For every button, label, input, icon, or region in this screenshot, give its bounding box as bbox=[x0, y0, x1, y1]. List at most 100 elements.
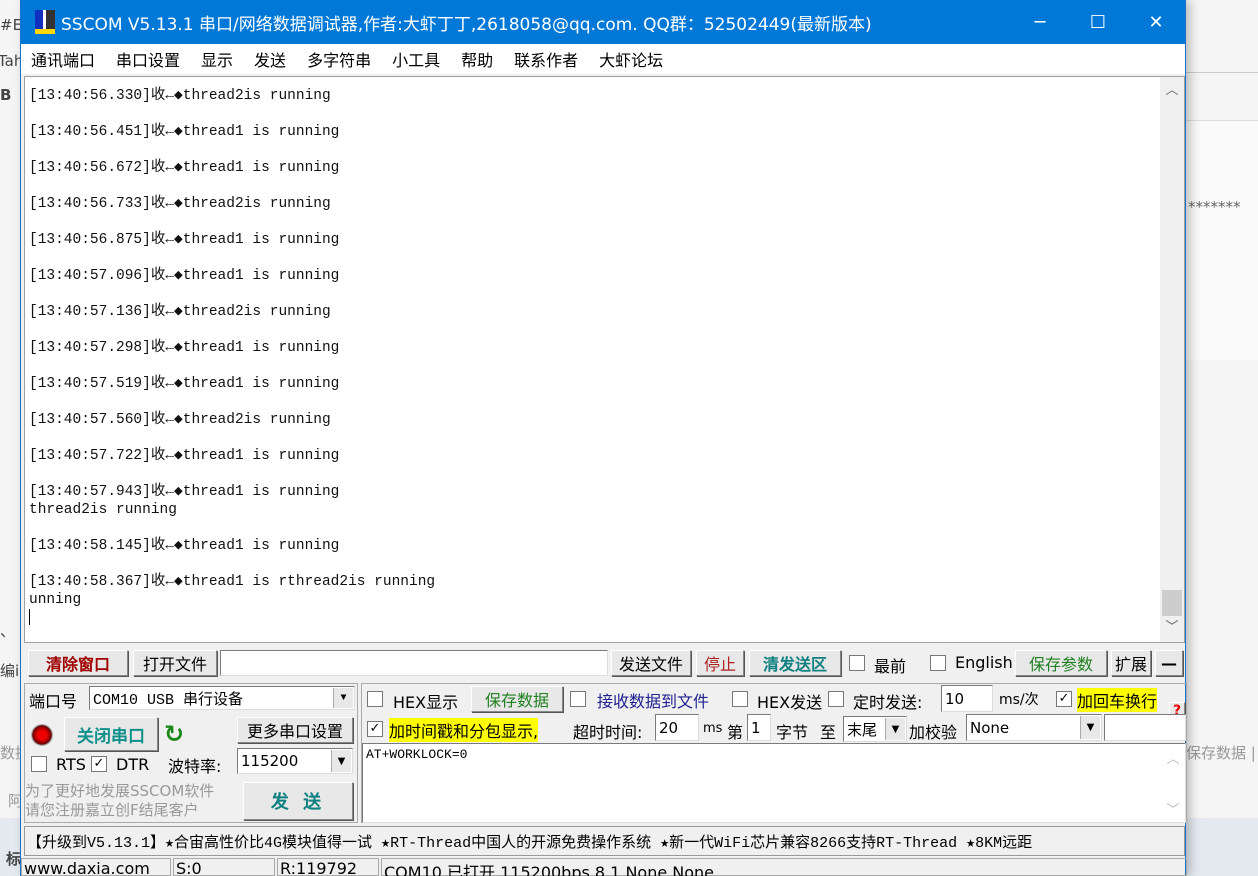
add-crlf-checkbox[interactable]: ✓ bbox=[1056, 691, 1072, 707]
receive-area[interactable]: [13:40:56.330]收←◆thread2is running [13:40… bbox=[24, 76, 1185, 643]
refresh-icon[interactable]: ↻ bbox=[164, 720, 184, 748]
marquee-bar[interactable]: 【升级到V5.13.1】★合宙高性价比4G模块值得一试 ★RT-Thread中国… bbox=[24, 826, 1185, 856]
to-value: 末尾 bbox=[847, 720, 878, 739]
menu-multi-string[interactable]: 多字符串 bbox=[307, 47, 371, 71]
topmost-checkbox[interactable] bbox=[849, 655, 865, 671]
send-button[interactable]: 发 送 bbox=[243, 782, 353, 820]
interval-unit: ms/次 bbox=[999, 692, 1039, 708]
log-entry: [13:40:56.733]收←◆thread2is running bbox=[29, 196, 331, 212]
recv-to-file-checkbox[interactable] bbox=[570, 691, 586, 707]
receive-scrollbar[interactable]: ︿ ﹀ bbox=[1160, 77, 1184, 642]
chevron-down-icon[interactable]: ▼ bbox=[885, 718, 905, 740]
byte-from-input[interactable]: 1 bbox=[747, 714, 771, 741]
timeout-unit: ms bbox=[703, 721, 723, 736]
expand-button[interactable]: 扩展 bbox=[1111, 650, 1151, 676]
send-text-input[interactable]: AT+WORKLOCK=0 ︿ ﹀ bbox=[362, 743, 1186, 823]
topmost-label: 最前 bbox=[874, 657, 907, 676]
log-entry: [13:40:58.145]收←◆thread1 is running bbox=[29, 538, 340, 554]
scroll-up-icon[interactable]: ︿ bbox=[1160, 77, 1184, 105]
log-entry: [13:40:58.367]收←◆thread1 is rthread2is r… bbox=[29, 574, 436, 608]
dtr-checkbox[interactable]: ✓ bbox=[91, 756, 107, 772]
chevron-down-icon[interactable]: ▼ bbox=[1080, 716, 1100, 739]
log-entry: [13:40:56.672]收←◆thread1 is running bbox=[29, 160, 340, 176]
menu-bar: 通讯端口 串口设置 显示 发送 多字符串 小工具 帮助 联系作者 大虾论坛 bbox=[21, 44, 1185, 74]
log-entry: [13:40:57.096]收←◆thread1 is running bbox=[29, 268, 340, 284]
log-entry: [13:40:56.875]收←◆thread1 is running bbox=[29, 232, 340, 248]
menu-port[interactable]: 通讯端口 bbox=[31, 47, 95, 71]
chevron-down-icon[interactable]: ▼ bbox=[333, 688, 353, 708]
add-crlf-label: 加回车换行 bbox=[1077, 688, 1158, 712]
title-bar[interactable]: SSCOM V5.13.1 串口/网络数据调试器,作者:大虾丁丁,2618058… bbox=[21, 0, 1185, 44]
menu-send[interactable]: 发送 bbox=[254, 47, 286, 71]
scroll-up-icon[interactable]: ︿ bbox=[1161, 748, 1185, 767]
sscom-window: SSCOM V5.13.1 串口/网络数据调试器,作者:大虾丁丁,2618058… bbox=[20, 0, 1187, 876]
log-entry: [13:40:56.451]收←◆thread1 is running bbox=[29, 124, 340, 140]
bg-text: 保存数据 | bbox=[1186, 744, 1256, 762]
to-select[interactable]: 末尾 ▼ bbox=[843, 716, 907, 742]
status-sent: S:0 bbox=[173, 858, 275, 876]
hex-display-label: HEX显示 bbox=[393, 693, 459, 712]
hex-send-checkbox[interactable] bbox=[732, 691, 748, 707]
menu-serial-settings[interactable]: 串口设置 bbox=[116, 47, 180, 71]
log-entry: [13:40:57.722]收←◆thread1 is running bbox=[29, 448, 340, 464]
stop-button[interactable]: 停止 bbox=[696, 650, 744, 676]
menu-forum[interactable]: 大虾论坛 bbox=[599, 47, 663, 71]
extra-input[interactable] bbox=[1104, 714, 1186, 741]
menu-help[interactable]: 帮助 bbox=[461, 47, 493, 71]
text-cursor bbox=[29, 609, 30, 625]
scroll-thumb[interactable] bbox=[1162, 590, 1182, 616]
app-icon bbox=[35, 10, 55, 34]
timed-send-label: 定时发送: bbox=[853, 693, 923, 712]
collapse-button[interactable]: — bbox=[1155, 650, 1183, 676]
port-select[interactable]: COM10 USB 串行设备 ▼ bbox=[89, 686, 355, 710]
window-title: SSCOM V5.13.1 串口/网络数据调试器,作者:大虾丁丁,2618058… bbox=[61, 14, 872, 35]
log-entry: [13:40:57.136]收←◆thread2is running bbox=[29, 304, 331, 320]
hex-display-checkbox[interactable] bbox=[367, 691, 383, 707]
file-path-input[interactable] bbox=[220, 650, 608, 676]
bg-text: #E bbox=[0, 16, 23, 34]
timeout-input[interactable]: 20 bbox=[655, 714, 699, 741]
clear-send-button[interactable]: 清发送区 bbox=[749, 650, 841, 676]
close-button[interactable]: ✕ bbox=[1133, 0, 1179, 44]
status-site[interactable]: www.daxia.com bbox=[21, 858, 171, 876]
menu-tools[interactable]: 小工具 bbox=[392, 47, 440, 71]
baud-select[interactable]: 115200 ▼ bbox=[237, 748, 353, 774]
bg-text: B bbox=[0, 86, 12, 104]
port-status-led-icon bbox=[31, 724, 53, 746]
send-file-button[interactable]: 发送文件 bbox=[611, 650, 691, 676]
scroll-down-icon[interactable]: ﹀ bbox=[1160, 614, 1184, 642]
checksum-select[interactable]: None ▼ bbox=[966, 714, 1102, 741]
open-file-button[interactable]: 打开文件 bbox=[133, 650, 217, 676]
to-label: 至 bbox=[820, 723, 837, 742]
menu-contact[interactable]: 联系作者 bbox=[514, 47, 578, 71]
port-label: 端口号 bbox=[29, 692, 78, 711]
maximize-button[interactable]: ☐ bbox=[1075, 0, 1121, 44]
english-label: English bbox=[955, 653, 1013, 672]
timeout-label: 超时时间: bbox=[573, 723, 643, 742]
save-params-button[interactable]: 保存参数 bbox=[1015, 650, 1107, 676]
english-checkbox[interactable] bbox=[930, 655, 946, 671]
byte-prefix: 第 bbox=[727, 723, 744, 742]
more-serial-settings-button[interactable]: 更多串口设置 bbox=[237, 717, 353, 743]
dtr-label: DTR bbox=[116, 755, 150, 774]
chevron-down-icon[interactable]: ▼ bbox=[331, 750, 351, 772]
minimize-button[interactable]: ─ bbox=[1017, 0, 1063, 44]
bg-text: 、 bbox=[0, 622, 16, 640]
receive-log: [13:40:56.330]收←◆thread2is running [13:40… bbox=[29, 87, 1158, 625]
scroll-down-icon[interactable]: ﹀ bbox=[1161, 799, 1185, 818]
timed-send-checkbox[interactable] bbox=[828, 691, 844, 707]
send-scrollbar[interactable]: ︿ ﹀ bbox=[1161, 744, 1185, 822]
port-value: COM10 USB 串行设备 bbox=[93, 691, 244, 709]
timestamp-label: 加时间戳和分包显示, bbox=[389, 718, 539, 742]
promo-text: 为了更好地发展SSCOM软件 请您注册嘉立创F结尾客户 bbox=[25, 782, 214, 820]
bg-text: 标 bbox=[6, 850, 22, 868]
save-data-button[interactable]: 保存数据 bbox=[471, 686, 563, 712]
timestamp-checkbox[interactable]: ✓ bbox=[367, 721, 383, 737]
close-port-button[interactable]: 关闭串口 bbox=[64, 717, 158, 751]
menu-display[interactable]: 显示 bbox=[201, 47, 233, 71]
log-entry: [13:40:57.560]收←◆thread2is running bbox=[29, 412, 331, 428]
byte-label: 字节 bbox=[776, 723, 809, 742]
interval-input[interactable]: 10 bbox=[941, 685, 993, 712]
clear-window-button[interactable]: 清除窗口 bbox=[28, 650, 128, 676]
rts-checkbox[interactable] bbox=[31, 756, 47, 772]
